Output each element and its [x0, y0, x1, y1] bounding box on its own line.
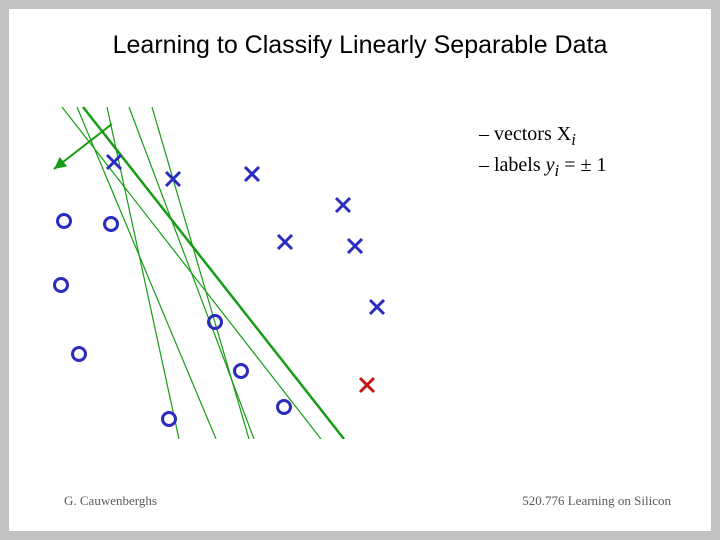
- data-point-circle: [278, 401, 291, 414]
- data-point-cross: [245, 167, 259, 181]
- separating-line: [129, 107, 254, 439]
- bullet-vectors: – vectors Xi: [479, 121, 606, 152]
- separating-line: [83, 107, 344, 439]
- data-point-cross: [370, 300, 384, 314]
- slide: Learning to Classify Linearly Separable …: [9, 9, 711, 531]
- data-point-cross: [360, 378, 374, 392]
- data-point-cross: [166, 172, 180, 186]
- data-point-circle: [235, 365, 248, 378]
- bullet-labels: – labels yi = ± 1: [479, 152, 606, 183]
- footer-author: G. Cauwenberghs: [64, 493, 157, 509]
- data-point-cross: [348, 239, 362, 253]
- separating-line: [152, 107, 249, 439]
- scatter-plot: [34, 89, 464, 439]
- footer-course: 520.776 Learning on Silicon: [522, 493, 671, 509]
- legend-bullets: – vectors Xi – labels yi = ± 1: [479, 121, 606, 182]
- data-point-circle: [73, 348, 86, 361]
- data-point-cross: [336, 198, 350, 212]
- data-point-circle: [163, 413, 176, 426]
- data-point-circle: [58, 215, 71, 228]
- separating-line: [77, 107, 216, 439]
- normal-arrow: [54, 124, 112, 169]
- slide-title: Learning to Classify Linearly Separable …: [9, 31, 711, 60]
- data-point-circle: [55, 279, 68, 292]
- data-point-cross: [278, 235, 292, 249]
- data-point-circle: [105, 218, 118, 231]
